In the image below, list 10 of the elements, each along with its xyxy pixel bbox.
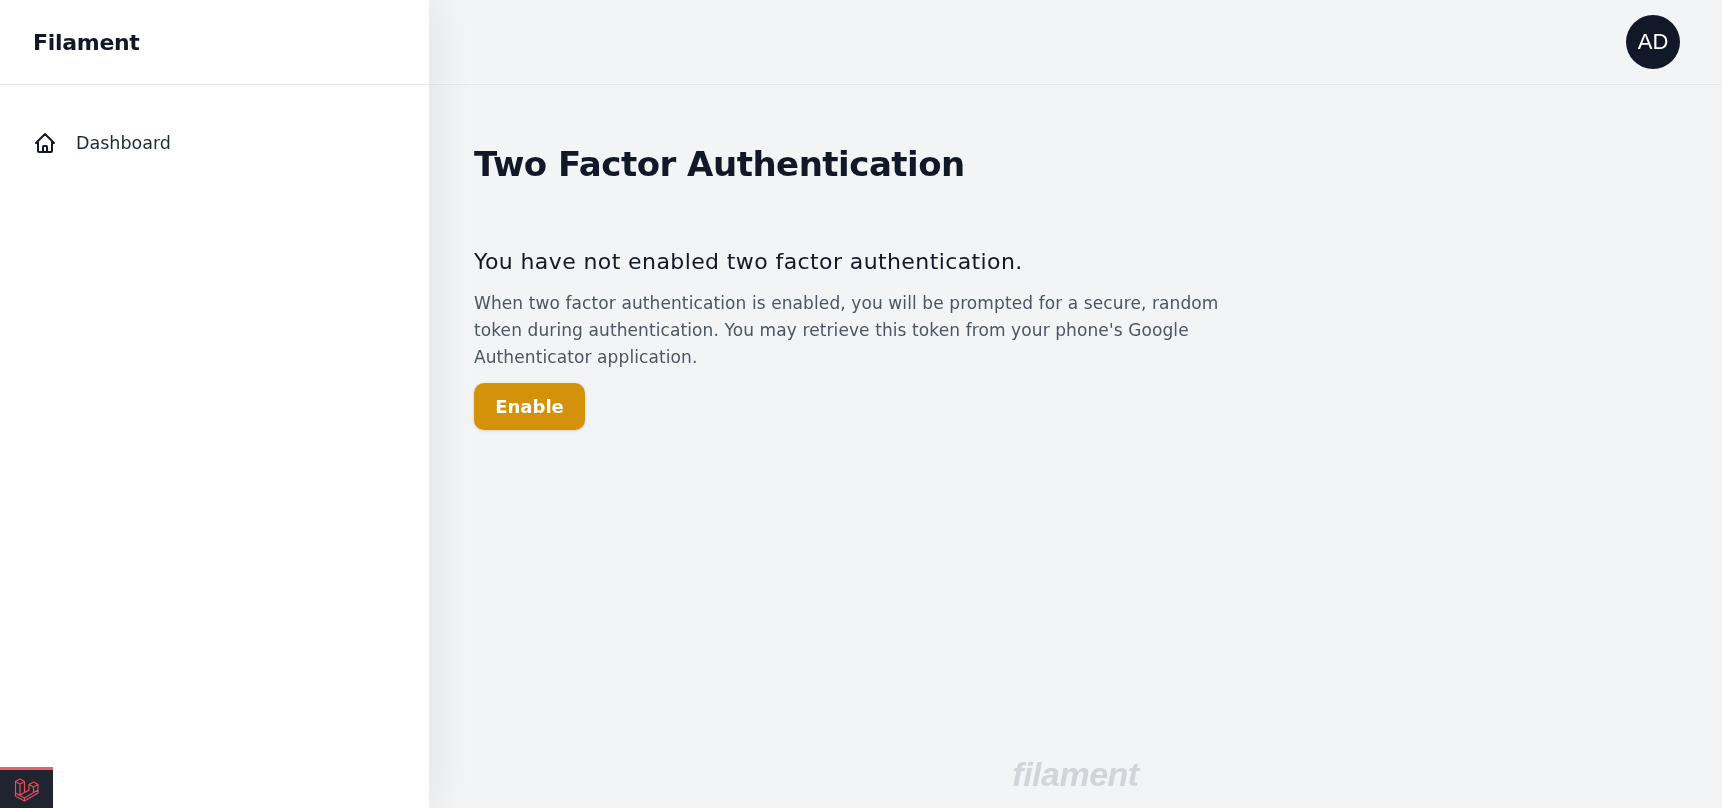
page-title: Two Factor Authentication (474, 144, 965, 184)
nav-item[interactable]: Dashboard (16, 123, 188, 163)
user-avatar[interactable]: AD (1626, 15, 1680, 69)
nav-label: Dashboard (76, 133, 171, 153)
home-icon (33, 131, 57, 155)
status-heading: You have not enabled two factor authentication. (474, 249, 1023, 274)
debug-toggle-button[interactable] (0, 767, 53, 808)
brand-name: Filament (33, 29, 140, 55)
cubes-logo-icon (13, 776, 40, 802)
description-text: When two factor authentication is enabled, you will be prompted for a secure, random token during authentication. You may retrieve this token from your phone's Google Authenticator application. (474, 292, 1220, 369)
